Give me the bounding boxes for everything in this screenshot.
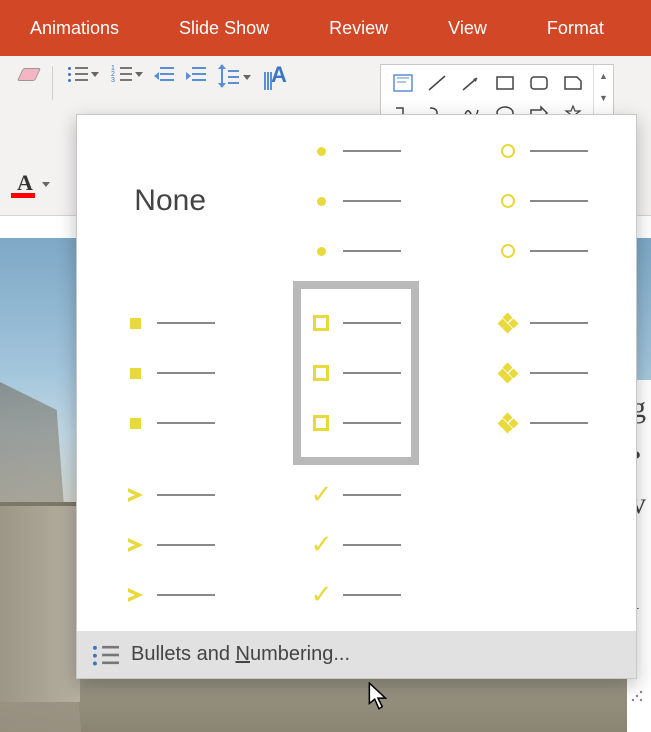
bullets-dropdown: None [76, 114, 637, 679]
bullet-option-none[interactable]: None [77, 115, 263, 287]
shapes-scroll-up[interactable]: ▲ [594, 65, 613, 87]
hollow-square-icon [313, 315, 329, 331]
numbering-icon: 1 2 3 [111, 66, 133, 82]
increase-indent-icon [187, 66, 207, 82]
bullet-none-label: None [134, 184, 206, 218]
tab-animations[interactable]: Animations [0, 0, 149, 56]
bullet-option-arrow[interactable] [77, 459, 263, 631]
checkmark-icon: ✓ [311, 487, 333, 503]
bullet-option-hollow-circle[interactable] [450, 115, 636, 287]
bullet-option-filled-square[interactable] [77, 287, 263, 459]
text-direction-icon [263, 66, 285, 94]
numbering-button[interactable]: 1 2 3 [107, 64, 147, 84]
font-color-button[interactable]: A [6, 168, 54, 200]
bullet-option-checkmark[interactable]: ✓ ✓ ✓ [263, 459, 449, 631]
bullet-option-empty [450, 459, 636, 631]
shape-arrow-line[interactable] [455, 69, 487, 97]
tab-review[interactable]: Review [299, 0, 418, 56]
filled-circle-icon [317, 147, 326, 156]
tab-slide-show[interactable]: Slide Show [149, 0, 299, 56]
bullets-button[interactable] [63, 64, 103, 84]
bullet-option-four-diamonds[interactable] [450, 287, 636, 459]
chevron-down-icon [91, 72, 99, 77]
bullets-and-numbering-menuitem[interactable]: Bullets and Numbering... [77, 631, 636, 678]
line-spacing-button[interactable] [215, 64, 255, 90]
separator [52, 66, 53, 100]
arrow-bullet-icon [128, 488, 143, 502]
bullet-option-hollow-square[interactable] [263, 287, 449, 459]
shape-line[interactable] [421, 69, 453, 97]
hollow-circle-icon [501, 144, 515, 158]
clear-formatting-button[interactable] [12, 64, 42, 86]
decrease-indent-button[interactable] [151, 64, 179, 84]
four-diamonds-icon [499, 314, 517, 332]
resize-handle-icon [631, 690, 645, 704]
bullets-icon [92, 644, 121, 665]
increase-indent-button[interactable] [183, 64, 211, 84]
eraser-icon [16, 66, 38, 84]
slide-image [0, 502, 80, 702]
bullets-icon [67, 66, 89, 82]
bullets-and-numbering-label: Bullets and Numbering... [131, 643, 350, 666]
shapes-scroll-down[interactable]: ▼ [594, 87, 613, 109]
shape-textbox[interactable] [387, 69, 419, 97]
text-direction-button[interactable] [259, 64, 289, 96]
chevron-down-icon [135, 72, 143, 77]
shape-rounded-rect[interactable] [523, 69, 555, 97]
bullet-option-filled-circle[interactable] [263, 115, 449, 287]
decrease-indent-icon [155, 66, 175, 82]
filled-square-icon [130, 318, 141, 329]
tab-format[interactable]: Format [517, 0, 634, 56]
bullets-grid: None [77, 115, 636, 631]
shape-snip-rect[interactable] [557, 69, 589, 97]
line-spacing-icon [219, 66, 241, 88]
tab-view[interactable]: View [418, 0, 517, 56]
ribbon-tabs: Animations Slide Show Review View Format [0, 0, 651, 56]
shape-rectangle[interactable] [489, 69, 521, 97]
chevron-down-icon [243, 75, 251, 80]
font-color-icon: A [10, 170, 40, 198]
chevron-down-icon [42, 182, 50, 187]
